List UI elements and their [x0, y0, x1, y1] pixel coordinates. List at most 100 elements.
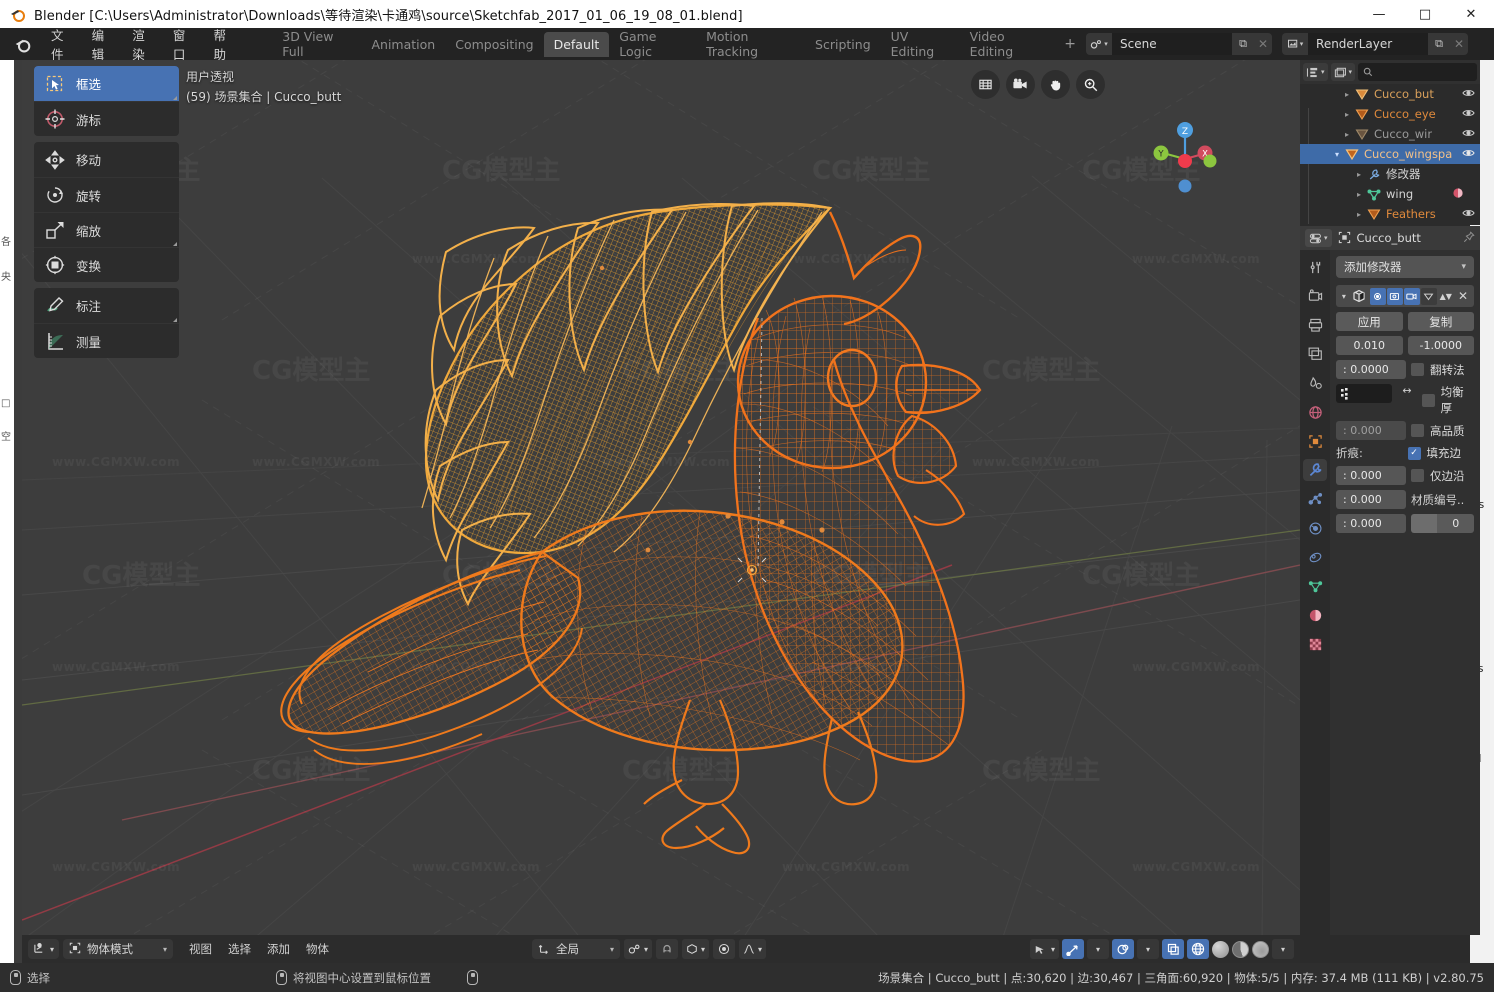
- xray-icon[interactable]: [1162, 939, 1184, 959]
- add-modifier-button[interactable]: 添加修改器 ▾: [1336, 256, 1474, 278]
- visibility-eye-icon[interactable]: [1462, 88, 1475, 101]
- pan-view-icon[interactable]: [1041, 70, 1070, 99]
- only-rim-checkbox[interactable]: 仅边沿: [1411, 466, 1474, 485]
- snap-magnet-toggle[interactable]: [656, 939, 679, 959]
- outliner-display-mode-selector[interactable]: ▾: [1303, 63, 1328, 81]
- 3d-viewport[interactable]: CG模型主 CG模型主 CG模型主 CG模型主 www.CGMXW.com ww…: [22, 60, 1300, 935]
- modifier-tab[interactable]: [1303, 459, 1327, 481]
- physics-tab[interactable]: [1303, 517, 1327, 539]
- viewport-menu-add[interactable]: 添加: [259, 939, 298, 959]
- crease-outer-field[interactable]: : 0.000: [1336, 490, 1406, 509]
- workspace-tab-game-logic[interactable]: Game Logic: [609, 24, 696, 64]
- editor-type-selector[interactable]: ▾: [28, 939, 60, 959]
- viewlayer-copy-button[interactable]: ⧉: [1428, 33, 1451, 55]
- workspace-tab-motion-tracking[interactable]: Motion Tracking: [696, 24, 805, 64]
- fill-rim-checkbox[interactable]: ✓ 填充边: [1407, 445, 1475, 461]
- pivot-point-selector[interactable]: ▾: [682, 939, 710, 959]
- disclosure-triangle-icon[interactable]: ▸: [1352, 190, 1366, 199]
- tool-annotate[interactable]: 标注: [34, 288, 179, 323]
- shading-material-icon[interactable]: [1232, 940, 1249, 958]
- proportional-falloff-selector[interactable]: ▾: [739, 939, 767, 959]
- crease-inner-field[interactable]: : 0.000: [1336, 466, 1406, 485]
- outliner-row-modifiers[interactable]: ▸ 修改器: [1300, 164, 1480, 184]
- visibility-eye-icon[interactable]: [1462, 128, 1475, 141]
- offset-field[interactable]: -1.0000: [1407, 336, 1474, 355]
- close-button[interactable]: ✕: [1448, 0, 1494, 28]
- render-tab[interactable]: [1303, 285, 1327, 307]
- viewlayer-name[interactable]: RenderLayer: [1308, 33, 1429, 55]
- blender-app-icon[interactable]: [14, 35, 32, 53]
- workspace-tab-3d-view-full[interactable]: 3D View Full: [272, 24, 361, 64]
- modifier-copy-button[interactable]: 复制: [1407, 312, 1474, 331]
- camera-view-icon[interactable]: [1006, 70, 1035, 99]
- disclosure-triangle-icon[interactable]: ▸: [1340, 90, 1354, 99]
- flip-normals-checkbox[interactable]: 翻转法: [1411, 360, 1474, 379]
- workspace-tab-scripting[interactable]: Scripting: [805, 32, 881, 57]
- material-offset-stepper[interactable]: 0: [1411, 514, 1474, 533]
- cucco-model-wireframe[interactable]: [22, 60, 1300, 935]
- pin-icon[interactable]: [1463, 230, 1475, 246]
- crease-rim-field[interactable]: : 0.000: [1336, 514, 1406, 533]
- workspace-tab-default[interactable]: Default: [543, 31, 610, 57]
- tool-transform[interactable]: 变换: [34, 247, 179, 282]
- outliner-row-cucco-wir[interactable]: ▸ Cucco_wir: [1300, 124, 1480, 144]
- workspace-tab-uv-editing[interactable]: UV Editing: [881, 24, 960, 64]
- proportional-editing-toggle[interactable]: [713, 939, 736, 959]
- cage-display-toggle[interactable]: [1420, 287, 1437, 305]
- vgroup-factor-field[interactable]: : 0.000: [1336, 421, 1406, 440]
- workspace-tab-video-editing[interactable]: Video Editing: [960, 24, 1055, 64]
- clamp-field[interactable]: : 0.0000: [1336, 360, 1406, 379]
- outliner-row-cucco-wingspan[interactable]: ▾ Cucco_wingspa: [1300, 144, 1480, 164]
- high-quality-checkbox[interactable]: 高品质: [1411, 421, 1474, 440]
- overlay-options-chevron-icon[interactable]: ▾: [1137, 939, 1159, 959]
- particles-tab[interactable]: [1303, 488, 1327, 510]
- minimize-button[interactable]: —: [1356, 0, 1402, 28]
- scene-unlink-button[interactable]: ✕: [1254, 33, 1273, 55]
- disclosure-triangle-icon[interactable]: ▸: [1352, 170, 1366, 179]
- shading-rendered-icon[interactable]: [1252, 940, 1269, 958]
- transform-orientation-selector[interactable]: 全局 ▾: [532, 939, 620, 959]
- disclosure-triangle-icon[interactable]: ▸: [1352, 210, 1366, 219]
- even-thickness-checkbox[interactable]: 均衡厚: [1422, 384, 1474, 416]
- constraints-tab[interactable]: [1303, 546, 1327, 568]
- properties-editor[interactable]: ▾ Cucco_butt 添加修改器 ▾ ▾ ▲▼ ✕ 应用 复制 0.010 …: [1300, 226, 1480, 935]
- toggle-ortho-icon[interactable]: [971, 70, 1000, 99]
- disclosure-triangle-icon[interactable]: ▾: [1330, 150, 1344, 159]
- disclosure-triangle-icon[interactable]: ▸: [1340, 110, 1354, 119]
- viewlayer-remove-button[interactable]: ✕: [1450, 33, 1469, 55]
- modifier-delete-button[interactable]: ✕: [1455, 289, 1471, 303]
- outliner-row-feathers[interactable]: ▸ Feathers: [1300, 204, 1480, 224]
- gizmo-options-chevron-icon[interactable]: ▾: [1087, 939, 1109, 959]
- thickness-field[interactable]: 0.010: [1336, 336, 1403, 355]
- visibility-eye-icon[interactable]: [1462, 208, 1475, 221]
- shading-wireframe-icon[interactable]: [1187, 939, 1209, 959]
- visibility-icon[interactable]: ▾: [1029, 939, 1059, 959]
- tool-cursor[interactable]: 游标: [34, 101, 179, 136]
- overlays-icon[interactable]: [1112, 939, 1134, 959]
- outliner-row-wing[interactable]: ▸ wing: [1300, 184, 1480, 204]
- viewport-axis-gizmo[interactable]: Z Y X: [1144, 118, 1222, 196]
- visibility-eye-icon[interactable]: [1462, 108, 1475, 121]
- vertex-group-invert-icon[interactable]: ↔: [1397, 384, 1417, 416]
- scene-name[interactable]: Scene: [1112, 33, 1233, 55]
- data-tab[interactable]: [1303, 575, 1327, 597]
- texture-tab[interactable]: [1303, 633, 1327, 655]
- snap-target-selector[interactable]: ▾: [624, 939, 653, 959]
- viewport-menu-object[interactable]: 物体: [298, 939, 337, 959]
- workspace-tab-compositing[interactable]: Compositing: [445, 32, 543, 57]
- modifier-move-arrows[interactable]: ▲▼: [1440, 292, 1452, 301]
- scene-tab[interactable]: [1303, 372, 1327, 394]
- material-tab[interactable]: [1303, 604, 1327, 626]
- tool-move[interactable]: 移动: [34, 142, 179, 177]
- outliner-editor[interactable]: ▾ ▾ ▸ Cucco_but ▸ Cucco_eye ▸ Cucco_wir …: [1300, 60, 1480, 225]
- zoom-view-icon[interactable]: [1076, 70, 1105, 99]
- outliner-search-input[interactable]: [1358, 63, 1477, 81]
- world-tab[interactable]: [1303, 401, 1327, 423]
- render-display-toggle[interactable]: [1403, 287, 1420, 305]
- object-tab[interactable]: [1303, 430, 1327, 452]
- output-tab[interactable]: [1303, 314, 1327, 336]
- maximize-button[interactable]: □: [1402, 0, 1448, 28]
- tool-box-select[interactable]: 框选: [34, 66, 179, 101]
- outliner-filter-selector[interactable]: ▾: [1330, 63, 1356, 81]
- viewlayer-selector[interactable]: ▾ RenderLayer ⧉ ✕: [1282, 33, 1469, 55]
